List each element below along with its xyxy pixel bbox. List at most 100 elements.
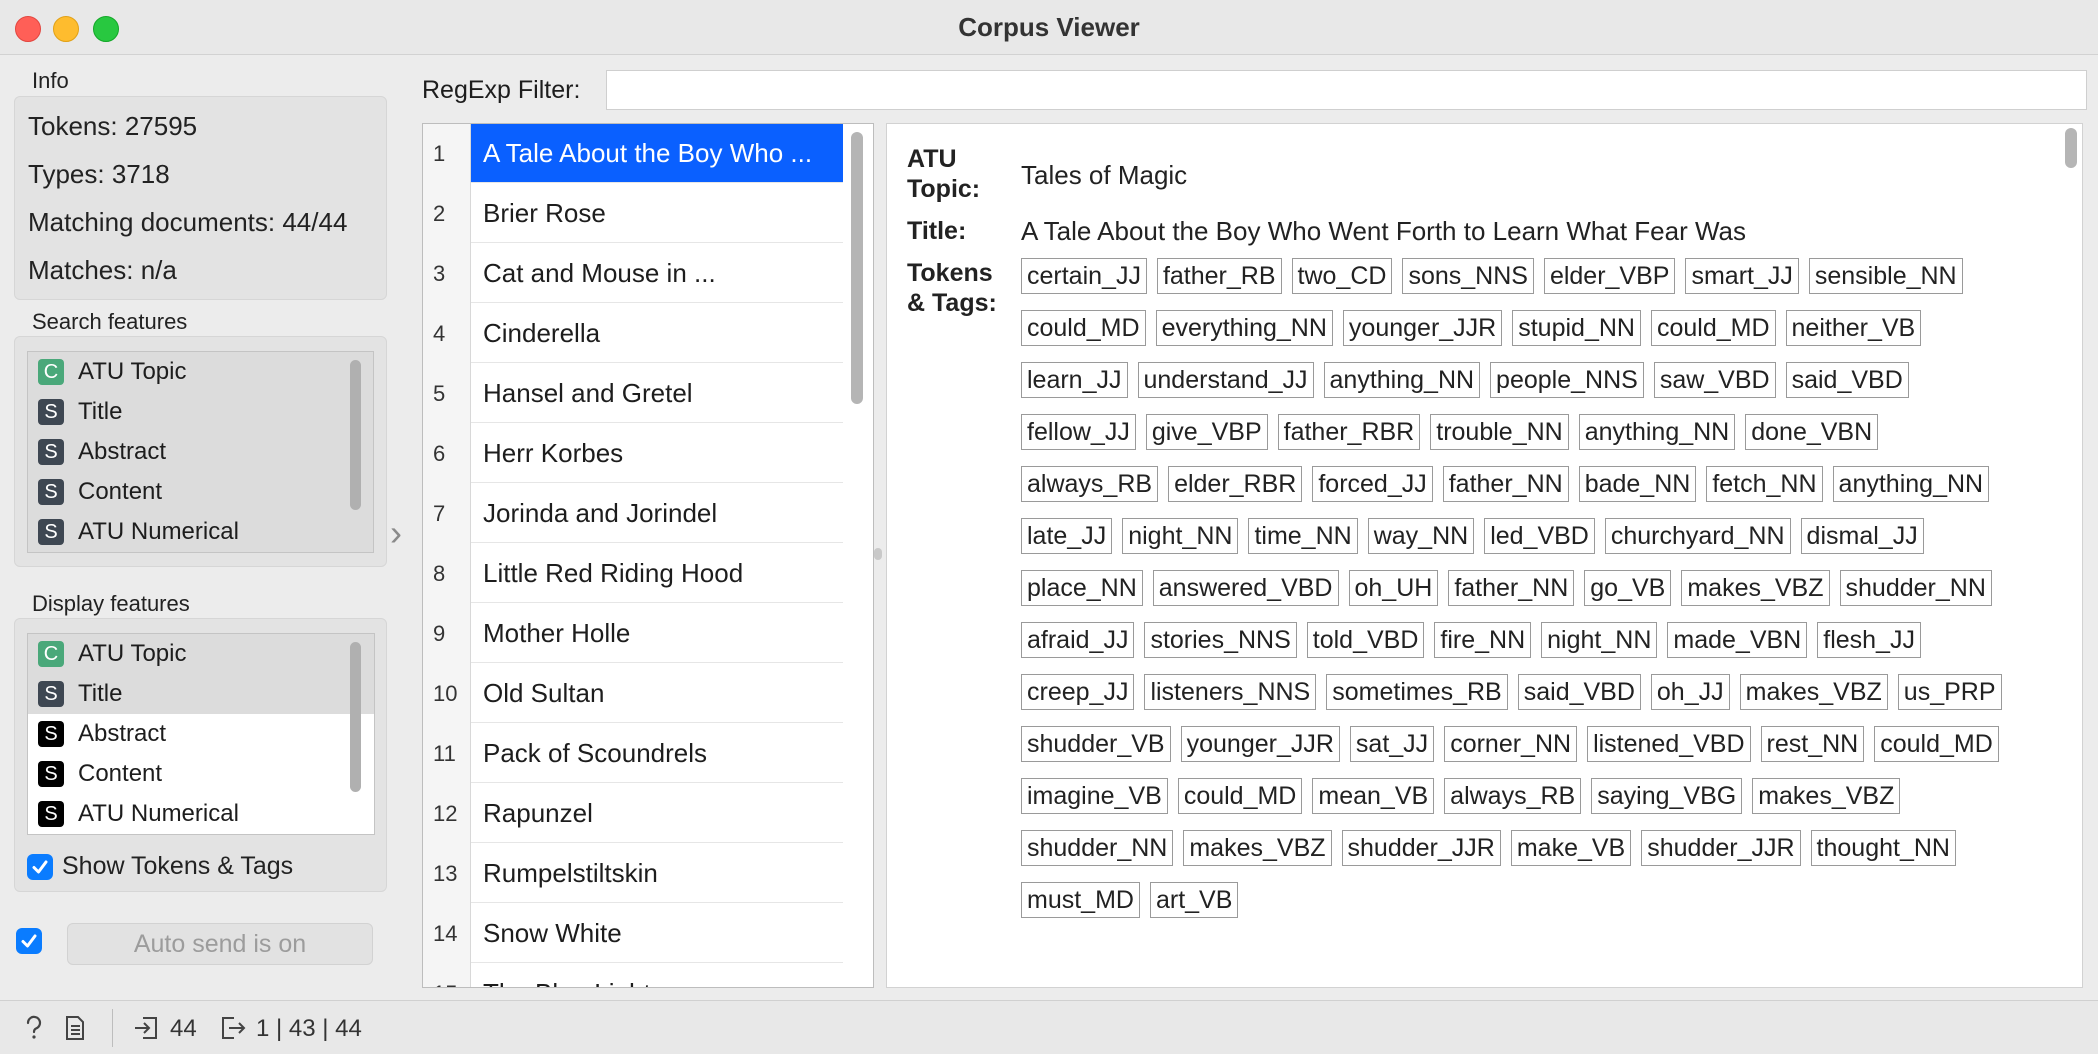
title-value: A Tale About the Boy Who Went Forth to L…: [1021, 216, 1746, 246]
document-list-scrollbar[interactable]: [851, 132, 863, 404]
search-feature-content[interactable]: S Content: [28, 472, 373, 512]
title-label: Title:: [907, 217, 967, 245]
row-number: 2: [423, 184, 471, 244]
display-feature-abstract[interactable]: S Abstract: [28, 714, 374, 754]
row-number: 8: [423, 544, 471, 604]
document-row[interactable]: 8 Little Red Riding Hood: [423, 544, 843, 604]
search-features-label: Search features: [32, 309, 188, 334]
token-tag: fetch_NN: [1706, 466, 1823, 502]
document-row[interactable]: 4 Cinderella: [423, 304, 843, 364]
token-tag: father_RB: [1156, 258, 1282, 294]
token-tag: shudder_JJR: [1641, 830, 1801, 866]
document-list[interactable]: 1 A Tale About the Boy Who ... 2 Brier R…: [422, 123, 874, 988]
corpus-viewer-window: Corpus Viewer Info Tokens: 27595 Types: …: [0, 0, 2098, 1054]
row-number: 11: [423, 724, 471, 784]
document-row[interactable]: 7 Jorinda and Jorindel: [423, 484, 843, 544]
token-tag: anything_NN: [1578, 414, 1736, 450]
token-tag: makes_VBZ: [1183, 830, 1332, 866]
token-tag: art_VB: [1149, 882, 1239, 918]
document-title: Old Sultan: [471, 664, 843, 723]
feature-label: ATU Topic: [78, 640, 187, 667]
token-tag: answered_VBD: [1152, 570, 1339, 606]
token-tag: certain_JJ: [1021, 258, 1147, 294]
document-title: Mother Holle: [471, 604, 843, 663]
search-features-scrollbar[interactable]: [350, 360, 361, 510]
document-row[interactable]: 6 Herr Korbes: [423, 424, 843, 484]
auto-send-checkbox[interactable]: [16, 928, 42, 954]
regexp-filter-label: RegExp Filter:: [422, 76, 581, 104]
row-number: 9: [423, 604, 471, 664]
token-tag: afraid_JJ: [1021, 622, 1135, 658]
row-number: 3: [423, 244, 471, 304]
document-row[interactable]: 15 The Blue Light: [423, 964, 843, 987]
feature-label: ATU Topic: [78, 358, 187, 385]
token-tag: us_PRP: [1897, 674, 2002, 710]
show-tokens-checkbox[interactable]: [27, 854, 53, 880]
search-feature-atu-numerical[interactable]: S ATU Numerical: [28, 512, 373, 552]
search-feature-abstract[interactable]: S Abstract: [28, 432, 373, 472]
display-features-scrollbar[interactable]: [350, 642, 361, 792]
search-feature-atu-topic[interactable]: C ATU Topic: [28, 352, 373, 392]
document-row[interactable]: 1 A Tale About the Boy Who ...: [423, 124, 843, 184]
token-tag: stupid_NN: [1512, 310, 1641, 346]
token-tag: elder_VBP: [1543, 258, 1676, 294]
document-row[interactable]: 10 Old Sultan: [423, 664, 843, 724]
token-tag: everything_NN: [1155, 310, 1333, 346]
token-tag: father_RBR: [1277, 414, 1421, 450]
categorical-icon: C: [38, 641, 64, 667]
tokens-count: Tokens: 27595: [28, 111, 198, 141]
string-icon: S: [38, 801, 64, 827]
document-row[interactable]: 5 Hansel and Gretel: [423, 364, 843, 424]
document-row[interactable]: 14 Snow White: [423, 904, 843, 964]
token-tag: always_RB: [1021, 466, 1159, 502]
string-icon: S: [38, 761, 64, 787]
token-tag: shudder_NN: [1021, 830, 1174, 866]
document-row[interactable]: 2 Brier Rose: [423, 184, 843, 244]
window-title: Corpus Viewer: [958, 12, 1140, 42]
document-title: Cinderella: [471, 304, 843, 363]
display-feature-atu-topic[interactable]: C ATU Topic: [28, 634, 374, 674]
help-icon[interactable]: [22, 1015, 46, 1048]
token-tag: oh_UH: [1348, 570, 1439, 606]
chevron-right-icon[interactable]: ›: [390, 512, 402, 554]
token-tag: churchyard_NN: [1604, 518, 1791, 554]
document-row[interactable]: 3 Cat and Mouse in ...: [423, 244, 843, 304]
token-tag: thought_NN: [1810, 830, 1956, 866]
feature-label: Content: [78, 760, 163, 787]
token-tag: smart_JJ: [1685, 258, 1799, 294]
token-tag: father_NN: [1448, 570, 1575, 606]
tokens-tags-label: Tokens & Tags:: [907, 259, 997, 317]
input-icon: [133, 1015, 159, 1048]
token-tag: way_NN: [1367, 518, 1475, 554]
feature-label: Title: [78, 398, 123, 425]
token-tag: neither_VB: [1785, 310, 1922, 346]
token-tag: makes_VBZ: [1752, 778, 1901, 814]
row-number: 1: [423, 124, 471, 184]
display-features-list[interactable]: C ATU Topic S Title S Abstract S Content…: [27, 633, 375, 835]
report-icon[interactable]: [64, 1015, 86, 1048]
search-feature-title[interactable]: S Title: [28, 392, 373, 432]
feature-label: Title: [78, 680, 123, 707]
auto-send-button[interactable]: Auto send is on: [67, 923, 373, 965]
display-feature-title[interactable]: S Title: [28, 674, 374, 714]
document-row[interactable]: 12 Rapunzel: [423, 784, 843, 844]
document-row[interactable]: 9 Mother Holle: [423, 604, 843, 664]
document-row[interactable]: 13 Rumpelstiltskin: [423, 844, 843, 904]
splitter-handle[interactable]: [874, 548, 882, 560]
search-features-list[interactable]: C ATU Topic S Title S Abstract S Content…: [27, 351, 374, 553]
input-count: 44: [170, 1015, 197, 1042]
row-number: 12: [423, 784, 471, 844]
regexp-filter-input[interactable]: [606, 70, 2087, 110]
document-title: Cat and Mouse in ...: [471, 244, 843, 303]
token-tag: trouble_NN: [1430, 414, 1569, 450]
string-icon: S: [38, 479, 64, 505]
detail-scrollbar[interactable]: [2065, 128, 2077, 168]
token-tag: night_NN: [1122, 518, 1239, 554]
display-feature-content[interactable]: S Content: [28, 754, 374, 794]
document-row[interactable]: 11 Pack of Scoundrels: [423, 724, 843, 784]
token-tag: must_MD: [1021, 882, 1140, 918]
display-feature-atu-numerical[interactable]: S ATU Numerical: [28, 794, 374, 834]
token-tag: sons_NNS: [1402, 258, 1534, 294]
title-bar: Corpus Viewer: [0, 0, 2098, 55]
token-tag: younger_JJR: [1342, 310, 1503, 346]
